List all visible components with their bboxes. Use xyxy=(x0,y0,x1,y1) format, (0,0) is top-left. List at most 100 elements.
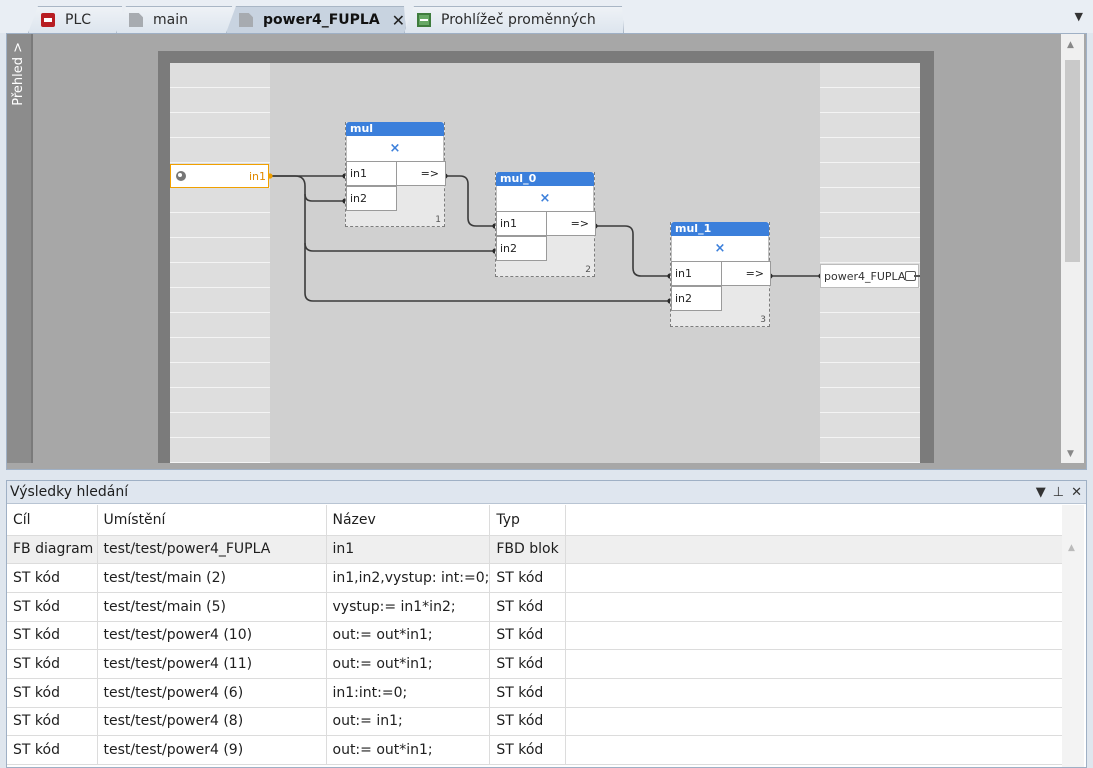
cell-location: test/test/power4 (6) xyxy=(97,678,327,708)
wire-in1-mul-in2 xyxy=(270,175,345,202)
tab-variable-browser[interactable]: Prohlížeč proměnných xyxy=(404,6,624,33)
cell-type: ST kód xyxy=(489,649,567,679)
output-variable-name: power4_FUPLA xyxy=(824,269,906,283)
function-block-mul[interactable]: mul × in1 in2 => 1 xyxy=(345,122,446,227)
column-header-type[interactable]: Typ xyxy=(489,505,567,536)
table-row[interactable]: ST kód test/test/power4 (10) out:= out*i… xyxy=(7,621,1063,651)
cell-name: out:= out*in1; xyxy=(326,735,491,765)
block-title: mul xyxy=(346,122,444,136)
wire-mul-out xyxy=(445,175,495,227)
output-variable-power4-fupla[interactable]: power4_FUPLA xyxy=(820,264,920,288)
table-row[interactable]: ST kód test/test/power4 (8) out:= in1; S… xyxy=(7,707,1063,737)
block-input-in2[interactable]: in2 xyxy=(496,236,547,261)
cell-type: ST kód xyxy=(489,678,567,708)
block-order-number: 1 xyxy=(435,215,441,225)
cell-name: out:= in1; xyxy=(326,707,491,737)
results-vertical-scrollbar[interactable]: ▲ xyxy=(1062,505,1084,767)
exit-icon xyxy=(905,271,920,281)
cell-location: test/test/power4 (9) xyxy=(97,735,327,765)
cell-name: out:= out*in1; xyxy=(326,621,491,651)
sheet-frame: in1 mul × in1 in2 => 1 mul_0 × in1 in2 =… xyxy=(158,51,934,463)
table-row[interactable]: ST kód test/test/main (2) in1,in2,vystup… xyxy=(7,563,1063,593)
table-row[interactable]: ST kód test/test/power4 (11) out:= out*i… xyxy=(7,649,1063,679)
block-input-in1[interactable]: in1 xyxy=(346,161,397,186)
block-order-number: 2 xyxy=(585,265,591,275)
column-header-target[interactable]: Cíl xyxy=(7,505,98,536)
cell-target: ST kód xyxy=(7,621,98,651)
editor-vertical-scrollbar[interactable]: ▲ ▼ xyxy=(1061,34,1084,463)
cell-name: in1,in2,vystup: int:=0; xyxy=(326,563,491,593)
block-input-in2[interactable]: in2 xyxy=(671,286,722,311)
document-icon xyxy=(239,13,253,27)
tab-list-menu-icon[interactable]: ▼ xyxy=(1075,10,1083,23)
close-icon[interactable]: ✕ xyxy=(392,11,405,30)
scroll-down-icon[interactable]: ▼ xyxy=(1067,449,1074,459)
panel-title: Výsledky hledání xyxy=(10,484,129,500)
block-input-in1[interactable]: in1 xyxy=(496,211,547,236)
cell-name: in1:int:=0; xyxy=(326,678,491,708)
multiply-icon: × xyxy=(496,186,594,212)
panel-menu-icon[interactable]: ▼ xyxy=(1036,485,1046,500)
cell-target: ST kód xyxy=(7,707,98,737)
block-output[interactable]: => xyxy=(721,261,771,286)
cell-target: ST kód xyxy=(7,649,98,679)
function-block-mul-1[interactable]: mul_1 × in1 in2 => 3 xyxy=(670,222,771,327)
block-title: mul_0 xyxy=(496,172,594,186)
scrollbar-thumb[interactable] xyxy=(1065,60,1080,262)
scroll-up-icon[interactable]: ▲ xyxy=(1067,40,1074,50)
multiply-icon: × xyxy=(671,236,769,262)
cell-target: ST kód xyxy=(7,592,98,622)
cell-location: test/test/power4 (8) xyxy=(97,707,327,737)
input-variable-icon xyxy=(176,171,186,181)
search-results-panel: Výsledky hledání ▼ ⊥ ✕ Cíl Umístění Náze… xyxy=(6,480,1087,768)
tab-label: main xyxy=(153,12,188,28)
fbd-editor: Přehled > in1 mul × in1 in2 => 1 mul_0 ×… xyxy=(6,33,1087,470)
table-row[interactable]: ST kód test/test/power4 (9) out:= out*in… xyxy=(7,735,1063,765)
cell-type: ST kód xyxy=(489,735,567,765)
close-icon[interactable]: ✕ xyxy=(1071,485,1082,500)
variable-browser-icon xyxy=(417,13,431,27)
panel-tools: ▼ ⊥ ✕ xyxy=(1036,485,1082,500)
table-row[interactable]: ST kód test/test/power4 (6) in1:int:=0; … xyxy=(7,678,1063,708)
input-variable-name: in1 xyxy=(248,169,266,183)
block-output[interactable]: => xyxy=(396,161,446,186)
document-icon xyxy=(129,13,143,27)
overview-label: Přehled > xyxy=(11,42,26,106)
plc-icon xyxy=(41,13,55,27)
cell-name: out:= out*in1; xyxy=(326,649,491,679)
block-output[interactable]: => xyxy=(546,211,596,236)
tab-plc[interactable]: PLC xyxy=(28,6,124,33)
cell-target: ST kód xyxy=(7,678,98,708)
diagram-sheet[interactable]: in1 mul × in1 in2 => 1 mul_0 × in1 in2 =… xyxy=(170,63,920,463)
table-row[interactable]: FB diagram test/test/power4_FUPLA in1 FB… xyxy=(7,535,1063,565)
cell-type: ST kód xyxy=(489,707,567,737)
cell-target: ST kód xyxy=(7,563,98,593)
overview-toggle[interactable]: Přehled > xyxy=(7,34,33,463)
block-order-number: 3 xyxy=(760,315,766,325)
cell-name: in1 xyxy=(326,535,491,565)
results-table: Cíl Umístění Název Typ FB diagram test/t… xyxy=(7,505,1063,765)
wire-mul0-out xyxy=(595,225,670,277)
block-input-in2[interactable]: in2 xyxy=(346,186,397,211)
input-variable-in1[interactable]: in1 xyxy=(170,164,269,188)
column-header-name[interactable]: Název xyxy=(326,505,491,536)
pin-icon[interactable]: ⊥ xyxy=(1053,485,1064,500)
column-header-location[interactable]: Umístění xyxy=(97,505,327,536)
tab-label: PLC xyxy=(65,12,92,28)
table-row[interactable]: ST kód test/test/main (5) vystup:= in1*i… xyxy=(7,592,1063,622)
scroll-up-icon[interactable]: ▲ xyxy=(1068,543,1075,553)
tab-power4-fupla[interactable]: power4_FUPLA ✕ xyxy=(226,6,406,33)
block-title: mul_1 xyxy=(671,222,769,236)
editor-tab-bar: PLC main power4_FUPLA ✕ Prohlížeč proměn… xyxy=(0,0,1093,33)
cell-location: test/test/power4 (10) xyxy=(97,621,327,651)
diagram-canvas[interactable]: in1 mul × in1 in2 => 1 mul_0 × in1 in2 =… xyxy=(33,34,1057,463)
tab-main[interactable]: main xyxy=(116,6,234,33)
cell-name: vystup:= in1*in2; xyxy=(326,592,491,622)
cell-type: ST kód xyxy=(489,563,567,593)
function-block-mul-0[interactable]: mul_0 × in1 in2 => 2 xyxy=(495,172,596,277)
tab-label: Prohlížeč proměnných xyxy=(441,12,596,28)
panel-header: Výsledky hledání ▼ ⊥ ✕ xyxy=(7,481,1086,504)
cell-location: test/test/power4 (11) xyxy=(97,649,327,679)
block-input-in1[interactable]: in1 xyxy=(671,261,722,286)
cell-location: test/test/main (2) xyxy=(97,563,327,593)
